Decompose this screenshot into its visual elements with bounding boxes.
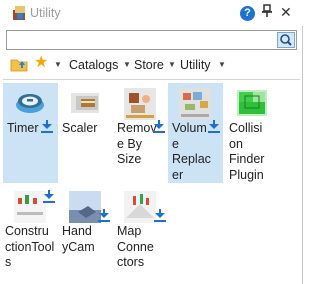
plugin-tile[interactable]: ConstructionTools <box>3 186 58 276</box>
download-icon[interactable] <box>208 120 220 133</box>
plugin-name: ConstructionTools <box>5 224 55 269</box>
utility-menu[interactable]: Utility <box>180 58 211 72</box>
plugin-tile[interactable]: Map Connectors <box>113 186 168 276</box>
search-button[interactable] <box>277 32 295 48</box>
utility-panel: Utility ? ✕ ★ ▼ Catalogs ▼ Store ▼ Utili… <box>0 0 303 284</box>
utility-dropdown-icon[interactable]: ▼ <box>218 60 226 69</box>
download-icon[interactable] <box>153 120 165 133</box>
plugin-tile[interactable]: Scaler <box>58 83 113 183</box>
catalogs-dropdown-icon[interactable]: ▼ <box>123 60 131 69</box>
plugin-tile[interactable]: HandyCam <box>58 186 113 276</box>
search-box <box>6 30 297 50</box>
timer-icon <box>16 94 44 113</box>
search-icon <box>280 34 292 46</box>
catalogs-menu[interactable]: Catalogs <box>69 58 118 72</box>
app-icon <box>13 6 25 20</box>
plugin-tile[interactable]: Timer <box>3 83 58 183</box>
plugin-name: Remove By Size <box>117 121 157 166</box>
plugin-name: Map Connectors <box>117 224 154 269</box>
map-connectors-icon <box>124 191 156 223</box>
favorites-star-icon[interactable]: ★ <box>34 54 48 72</box>
plugin-tile[interactable]: Remove By Size <box>113 83 168 183</box>
store-menu[interactable]: Store <box>134 58 164 72</box>
remove-by-size-icon <box>124 88 156 120</box>
toolbar: ★ ▼ Catalogs ▼ Store ▼ Utility ▼ <box>0 54 303 76</box>
handycam-icon <box>69 191 101 223</box>
plugin-tile[interactable]: Collision Finder Plugin <box>225 83 280 183</box>
search-input[interactable] <box>9 32 271 48</box>
store-dropdown-icon[interactable]: ▼ <box>168 60 176 69</box>
construction-tools-icon <box>14 191 46 223</box>
toolbar-divider <box>3 79 300 80</box>
pin-icon[interactable] <box>262 4 272 21</box>
download-icon[interactable] <box>98 209 110 222</box>
title-bar: Utility ? ✕ <box>0 0 303 26</box>
download-icon[interactable] <box>43 190 55 203</box>
download-icon[interactable] <box>154 209 166 222</box>
collision-finder-icon <box>237 90 267 116</box>
plugin-name: Volume Replacer <box>172 121 211 182</box>
plugin-name: HandyCam <box>62 224 95 254</box>
download-icon[interactable] <box>41 120 53 133</box>
close-icon[interactable]: ✕ <box>280 4 292 21</box>
window-title: Utility <box>30 6 61 20</box>
favorites-dropdown-icon[interactable]: ▼ <box>54 60 62 69</box>
scaler-icon <box>71 93 99 113</box>
volume-replacer-icon <box>179 88 211 120</box>
plugin-name: Collision Finder Plugin <box>229 121 265 182</box>
help-icon[interactable]: ? <box>240 6 255 21</box>
plugin-tile[interactable]: Volume Replacer <box>168 83 223 183</box>
plugin-name: Scaler <box>62 121 98 135</box>
open-folder-icon[interactable] <box>10 56 28 72</box>
